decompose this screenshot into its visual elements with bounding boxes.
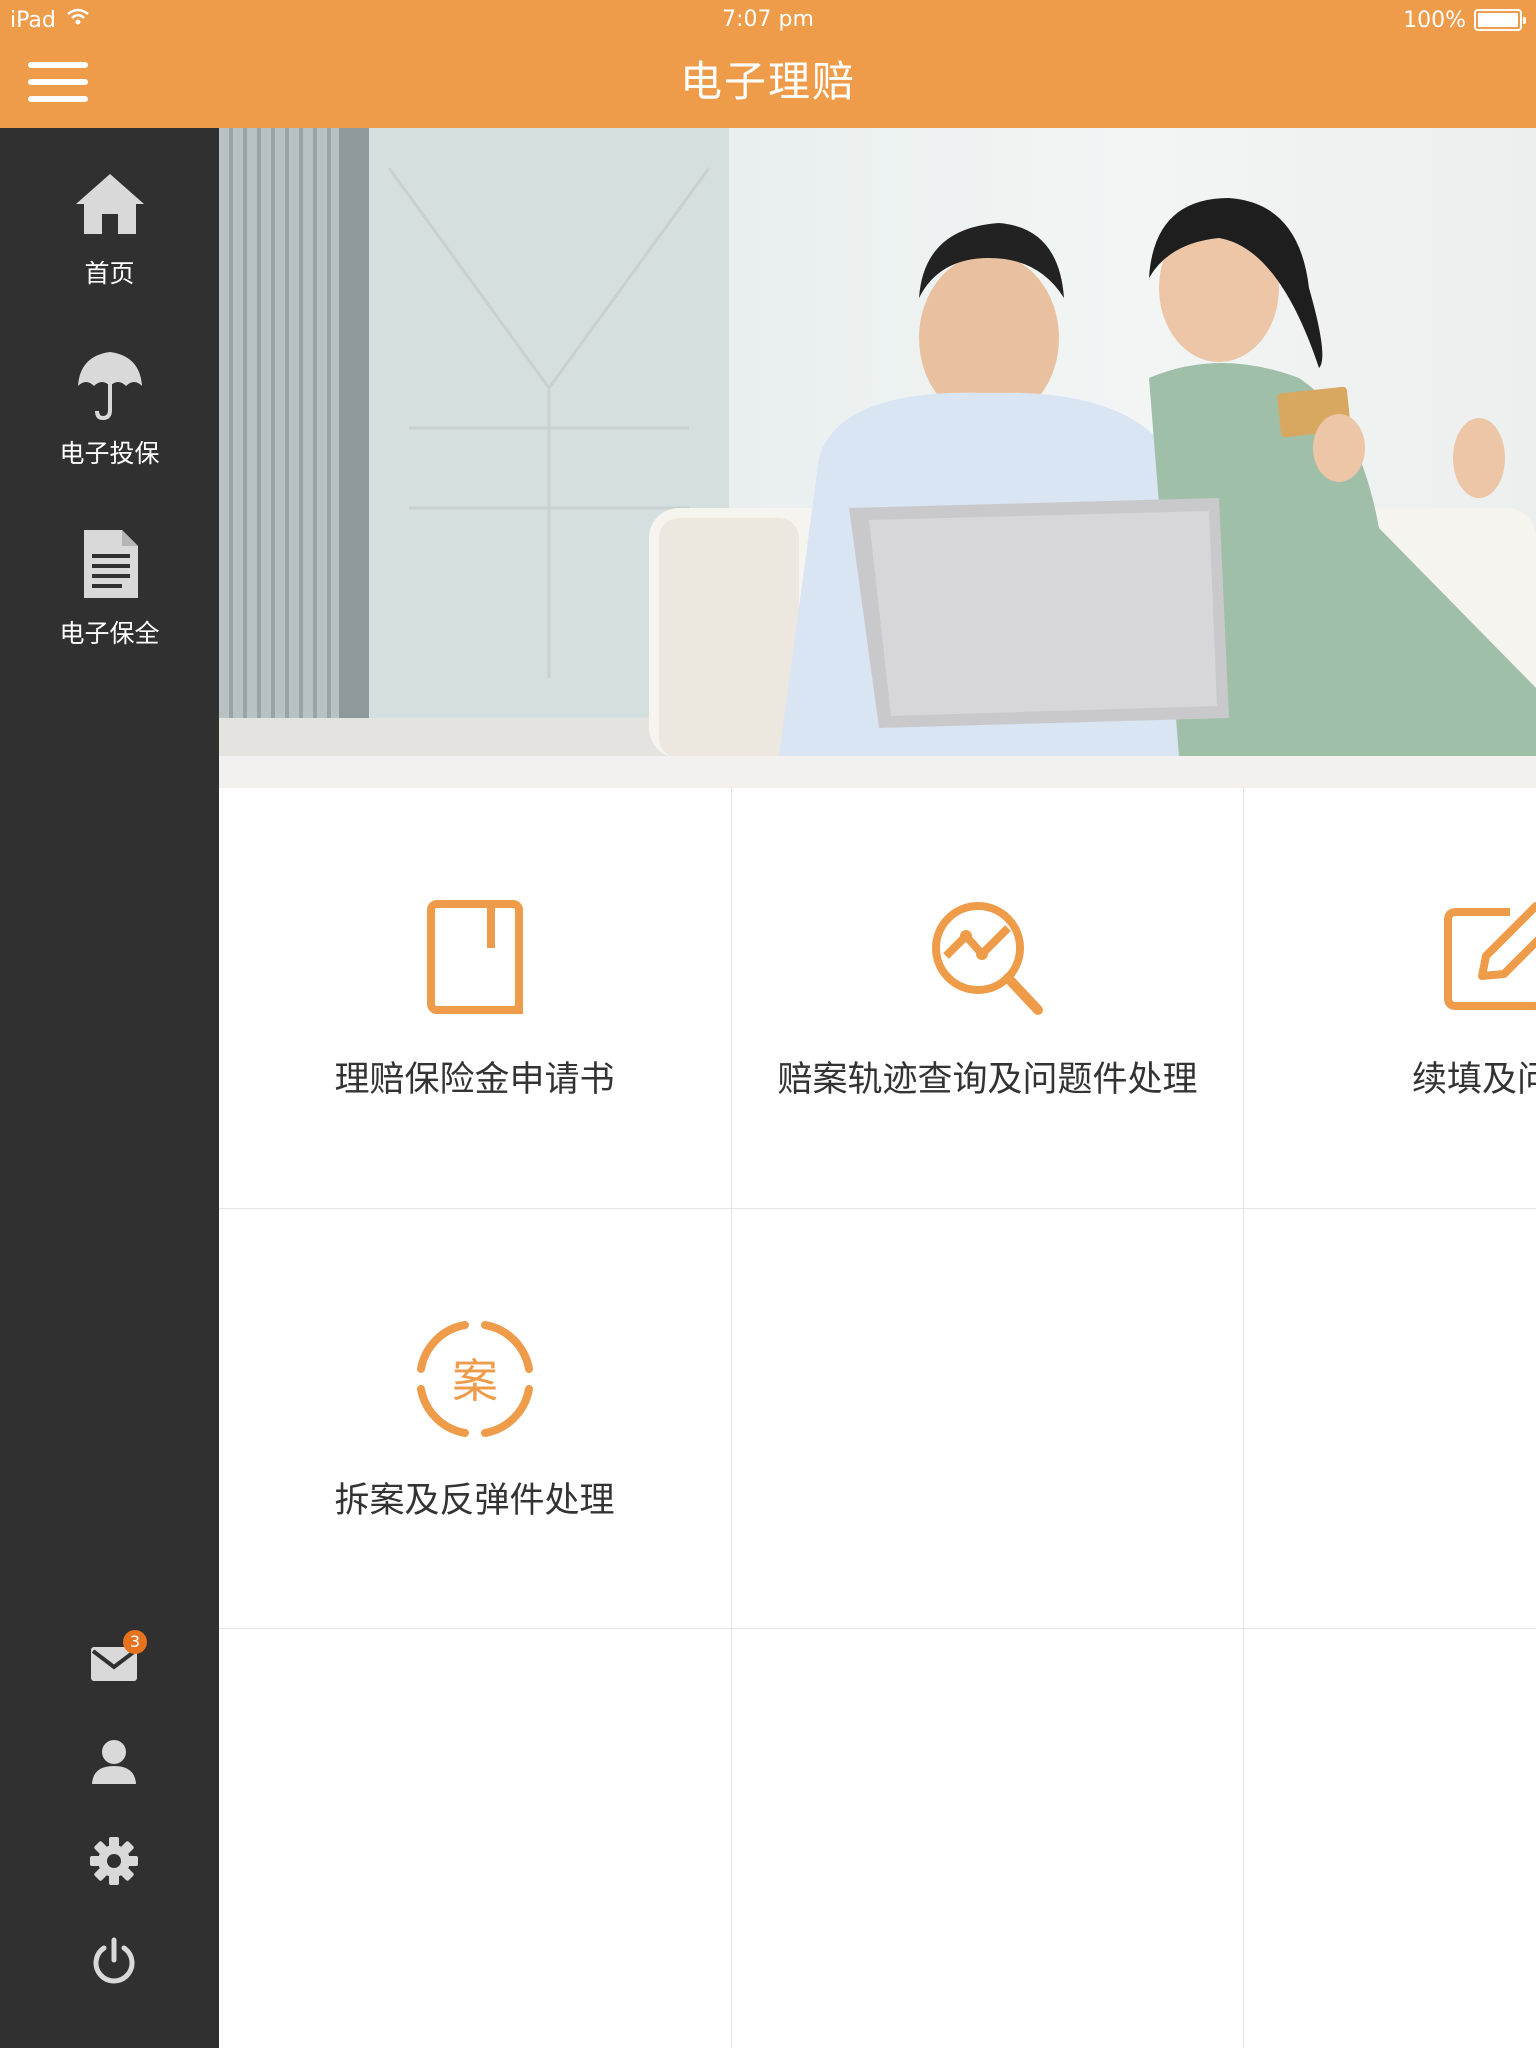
umbrella-icon bbox=[70, 344, 150, 424]
home-icon bbox=[70, 164, 150, 244]
case-stamp-icon: 案 bbox=[219, 1319, 730, 1439]
promo-banner-image bbox=[219, 128, 1536, 756]
sidebar-item-e-insure[interactable]: 电子投保 bbox=[0, 318, 219, 488]
tile-case-split[interactable]: 案 拆案及反弹件处理 bbox=[219, 1209, 730, 1629]
tile-label: 理赔保险金申请书 bbox=[334, 1060, 615, 1100]
search-trend-icon bbox=[732, 898, 1243, 1018]
tile-label: 续填及问题 bbox=[1411, 1060, 1536, 1100]
banner-divider-strip bbox=[219, 756, 1536, 788]
sidebar-item-label: 电子保全 bbox=[59, 619, 160, 648]
notebook-icon bbox=[219, 898, 730, 1018]
user-icon bbox=[89, 1736, 139, 1790]
power-icon bbox=[89, 1936, 139, 1990]
top-bar: iPad 7:07 pm 100% 电子理赔 bbox=[0, 0, 1536, 128]
mail-badge: 3 bbox=[123, 1630, 147, 1654]
logout-button[interactable] bbox=[79, 1928, 149, 1998]
tile-empty bbox=[732, 1629, 1243, 2048]
edit-icon bbox=[1244, 898, 1536, 1018]
tile-claim-tracking[interactable]: 赔案轨迹查询及问题件处理 bbox=[732, 788, 1243, 1208]
page-title: 电子理赔 bbox=[679, 57, 856, 106]
tile-resubmit-issue[interactable]: 续填及问题 bbox=[1244, 788, 1536, 1208]
gear-icon bbox=[89, 1836, 139, 1890]
sidebar-item-home[interactable]: 首页 bbox=[0, 138, 219, 308]
tile-empty bbox=[732, 1209, 1243, 1629]
status-right: 100% bbox=[1403, 6, 1526, 34]
tile-empty bbox=[1244, 1209, 1536, 1629]
tile-label: 拆案及反弹件处理 bbox=[334, 1481, 615, 1521]
settings-button[interactable] bbox=[79, 1828, 149, 1898]
tile-label: 赔案轨迹查询及问题件处理 bbox=[777, 1060, 1198, 1100]
user-button[interactable] bbox=[79, 1728, 149, 1798]
function-grid: 理赔保险金申请书 赔案轨迹查询及问题件处理 续填及问 案 拆案及反弹件处理 bbox=[219, 788, 1536, 2048]
mail-button[interactable]: 3 bbox=[79, 1630, 149, 1700]
sidebar: 首页 电子投保 电子保全 3 bbox=[0, 128, 219, 2048]
app-root: iPad 7:07 pm 100% 电子理赔 首页 电子投保 电子保全 3 理赔… bbox=[0, 0, 1536, 2048]
tile-claim-application[interactable]: 理赔保险金申请书 bbox=[219, 788, 730, 1208]
battery-icon bbox=[1474, 9, 1526, 31]
status-time: 7:07 pm bbox=[722, 7, 814, 32]
document-icon bbox=[70, 524, 150, 604]
sidebar-item-label: 首页 bbox=[84, 259, 135, 288]
banner-illustration bbox=[219, 128, 1536, 756]
tile-empty bbox=[219, 1629, 730, 2048]
sidebar-item-e-preservation[interactable]: 电子保全 bbox=[0, 498, 219, 668]
sidebar-item-label: 电子投保 bbox=[59, 439, 160, 468]
battery-percent: 100% bbox=[1403, 7, 1466, 33]
case-stamp-glyph: 案 bbox=[452, 1354, 498, 1408]
tile-empty bbox=[1244, 1629, 1536, 2048]
